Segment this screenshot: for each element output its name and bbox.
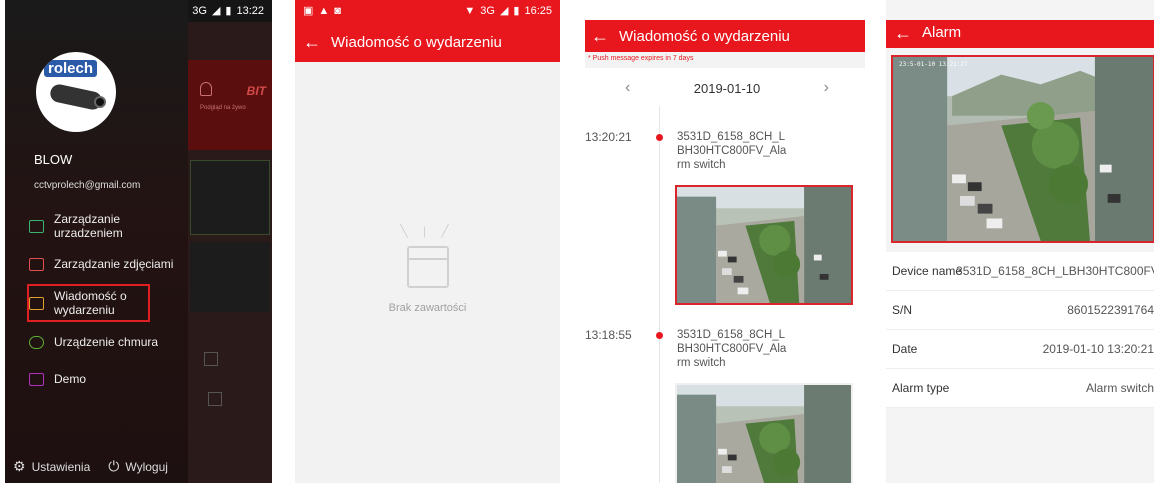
- video-panel: [190, 160, 270, 235]
- chevron-left-icon[interactable]: ‹: [625, 79, 630, 97]
- battery-icon: ▮: [513, 4, 520, 17]
- power-icon: ⏻: [108, 458, 120, 474]
- detail-label: Date: [892, 342, 918, 356]
- signal-icon: ◢: [499, 4, 509, 17]
- video-panel: [190, 242, 270, 312]
- grid-icon: [204, 352, 218, 366]
- app-bar: ← Wiadomość o wydarzeniu: [295, 22, 560, 62]
- gear-icon: ⚙: [13, 458, 26, 474]
- page-title: Wiadomość o wydarzeniu: [331, 33, 502, 51]
- avatar[interactable]: rolech: [36, 52, 116, 132]
- menu-item-demo[interactable]: Demo: [29, 372, 86, 386]
- parking-lot-image: [893, 57, 1153, 241]
- image-icon: [29, 257, 44, 271]
- alarm-details-list: Device name 3531D_6158_8CH_LBH30HTC800FV…: [886, 252, 1154, 408]
- chevron-right-icon[interactable]: ›: [824, 79, 829, 97]
- network-label: 3G: [480, 4, 495, 17]
- timeline-dot: [656, 134, 663, 141]
- parking-lot-image: [677, 385, 851, 483]
- clock: 16:25: [524, 5, 552, 17]
- snapshot-timestamp: 23:5-01-10 13:21:27: [899, 61, 968, 68]
- gallery-icon: ◙: [334, 4, 341, 17]
- network-label: 3G: [192, 4, 207, 17]
- camera-icon: [29, 219, 44, 233]
- empty-event-messages-screen: ▣ ▲ ◙ ▼ 3G ◢ ▮ 16:25 ← Wiadomość o wydarzeniu …: [295, 0, 560, 483]
- timeline-dot: [656, 332, 663, 339]
- menu-item-label: Urządzenie chmura: [54, 335, 159, 349]
- status-bar: ▣ ▲ ◙ ▼ 3G ◢ ▮ 16:25: [295, 0, 560, 22]
- battery-icon: ▮: [225, 4, 232, 17]
- page-title: Wiadomość o wydarzeniu: [619, 27, 790, 45]
- brand-text: BIT: [246, 84, 266, 98]
- event-time: 13:20:21: [585, 130, 632, 144]
- detail-label: Device name: [892, 264, 963, 278]
- message-icon: [29, 296, 44, 310]
- warning-icon: ▲: [318, 4, 330, 17]
- menu-item-image-management[interactable]: Zarządzanie zdjęciami: [29, 257, 173, 271]
- menu-item-event-messages[interactable]: Wiadomość o wydarzeniu: [29, 289, 144, 317]
- parking-lot-image: [677, 187, 851, 303]
- event-messages-screen: ← Wiadomość o wydarzeniu * Push message …: [585, 0, 865, 483]
- detail-label: S/N: [892, 303, 913, 317]
- navigation-drawer-screen: BIT Podgląd na żywo ▣▲◙ ◖◗3G◢▮13:22 role…: [5, 0, 272, 483]
- menu-item-label: Wiadomość o wydarzeniu: [54, 289, 127, 317]
- event-thumbnail[interactable]: [675, 185, 853, 305]
- event-name: 3531D_6158_8CH_LBH30HTC800FV_Alarm switc…: [677, 131, 787, 171]
- menu-item-label: Demo: [54, 372, 87, 386]
- empty-state: ╲ | ╱ Brak zawartości: [295, 224, 560, 314]
- alarm-detail-screen: ← Alarm 23:5-01-10 13:21:27 Device name: [886, 0, 1154, 483]
- detail-value: 3531D_6158_8CH_LBH30HTC800FV: [956, 264, 1154, 278]
- drawer-panel: rolech BLOW cctvprolech@gmail.com Zarząd…: [5, 0, 188, 483]
- event-time: 13:18:55: [585, 328, 632, 342]
- detail-value: 8601522391764: [1067, 303, 1154, 317]
- detail-value: Alarm switch: [1085, 381, 1154, 395]
- detail-label: Alarm type: [892, 381, 950, 395]
- clock: 13:22: [236, 5, 264, 17]
- date-navigator: ‹ 2019-01-10 ›: [585, 68, 865, 108]
- live-view-tab: Podgląd na żywo: [200, 105, 246, 111]
- settings-button[interactable]: Ustawienia: [32, 460, 91, 474]
- expiry-notice: * Push message expires in 7 days: [585, 52, 865, 68]
- avatar-logo: rolech: [44, 60, 98, 77]
- logout-button[interactable]: Wyloguj: [125, 460, 168, 474]
- wifi-icon: ▼: [464, 4, 476, 17]
- event-thumbnail[interactable]: [675, 383, 853, 483]
- cloud-icon: [29, 335, 44, 349]
- detail-row: Device name 3531D_6158_8CH_LBH30HTC800FV: [886, 252, 1154, 291]
- back-arrow-icon[interactable]: ←: [894, 24, 912, 42]
- detail-row: Alarm type Alarm switch: [886, 369, 1154, 408]
- screenshot-icon: ▣: [303, 4, 314, 17]
- person-icon: [200, 82, 212, 96]
- rays-icon: ╲ | ╱: [400, 224, 455, 238]
- app-bar: ← Alarm: [886, 20, 1154, 48]
- timeline-line: [659, 106, 660, 483]
- record-icon: [208, 392, 222, 406]
- event-name: 3531D_6158_8CH_LBH30HTC800FV_Alarm switc…: [677, 329, 787, 369]
- detail-row: S/N 8601522391764: [886, 291, 1154, 330]
- menu-item-label: Zarządzanie zdjęciami: [54, 257, 174, 271]
- current-date[interactable]: 2019-01-10: [694, 81, 761, 96]
- detail-row: Date 2019-01-10 13:20:21: [886, 330, 1154, 369]
- background-app-view: BIT Podgląd na żywo: [188, 22, 272, 483]
- menu-item-cloud-device[interactable]: Urządzenie chmura: [29, 335, 158, 349]
- signal-icon: ◢: [211, 4, 221, 17]
- empty-state-text: Brak zawartości: [388, 302, 467, 314]
- page-title: Alarm: [922, 24, 962, 41]
- user-email: cctvprolech@gmail.com: [34, 180, 141, 191]
- username: BLOW: [34, 152, 73, 167]
- alarm-snapshot[interactable]: 23:5-01-10 13:21:27: [891, 55, 1154, 243]
- back-arrow-icon[interactable]: ←: [591, 27, 609, 45]
- back-arrow-icon[interactable]: ←: [303, 33, 321, 51]
- menu-item-label: Zarządzanie urzadzeniem: [54, 212, 123, 240]
- drawer-footer: ⚙ Ustawienia ⏻ Wyloguj: [13, 458, 168, 475]
- empty-box-icon: [406, 246, 449, 288]
- demo-icon: [29, 372, 44, 386]
- app-bar: ← Wiadomość o wydarzeniu: [585, 20, 865, 52]
- detail-value: 2019-01-10 13:20:21: [1042, 342, 1154, 356]
- menu-item-device-management[interactable]: Zarządzanie urzadzeniem: [29, 212, 154, 240]
